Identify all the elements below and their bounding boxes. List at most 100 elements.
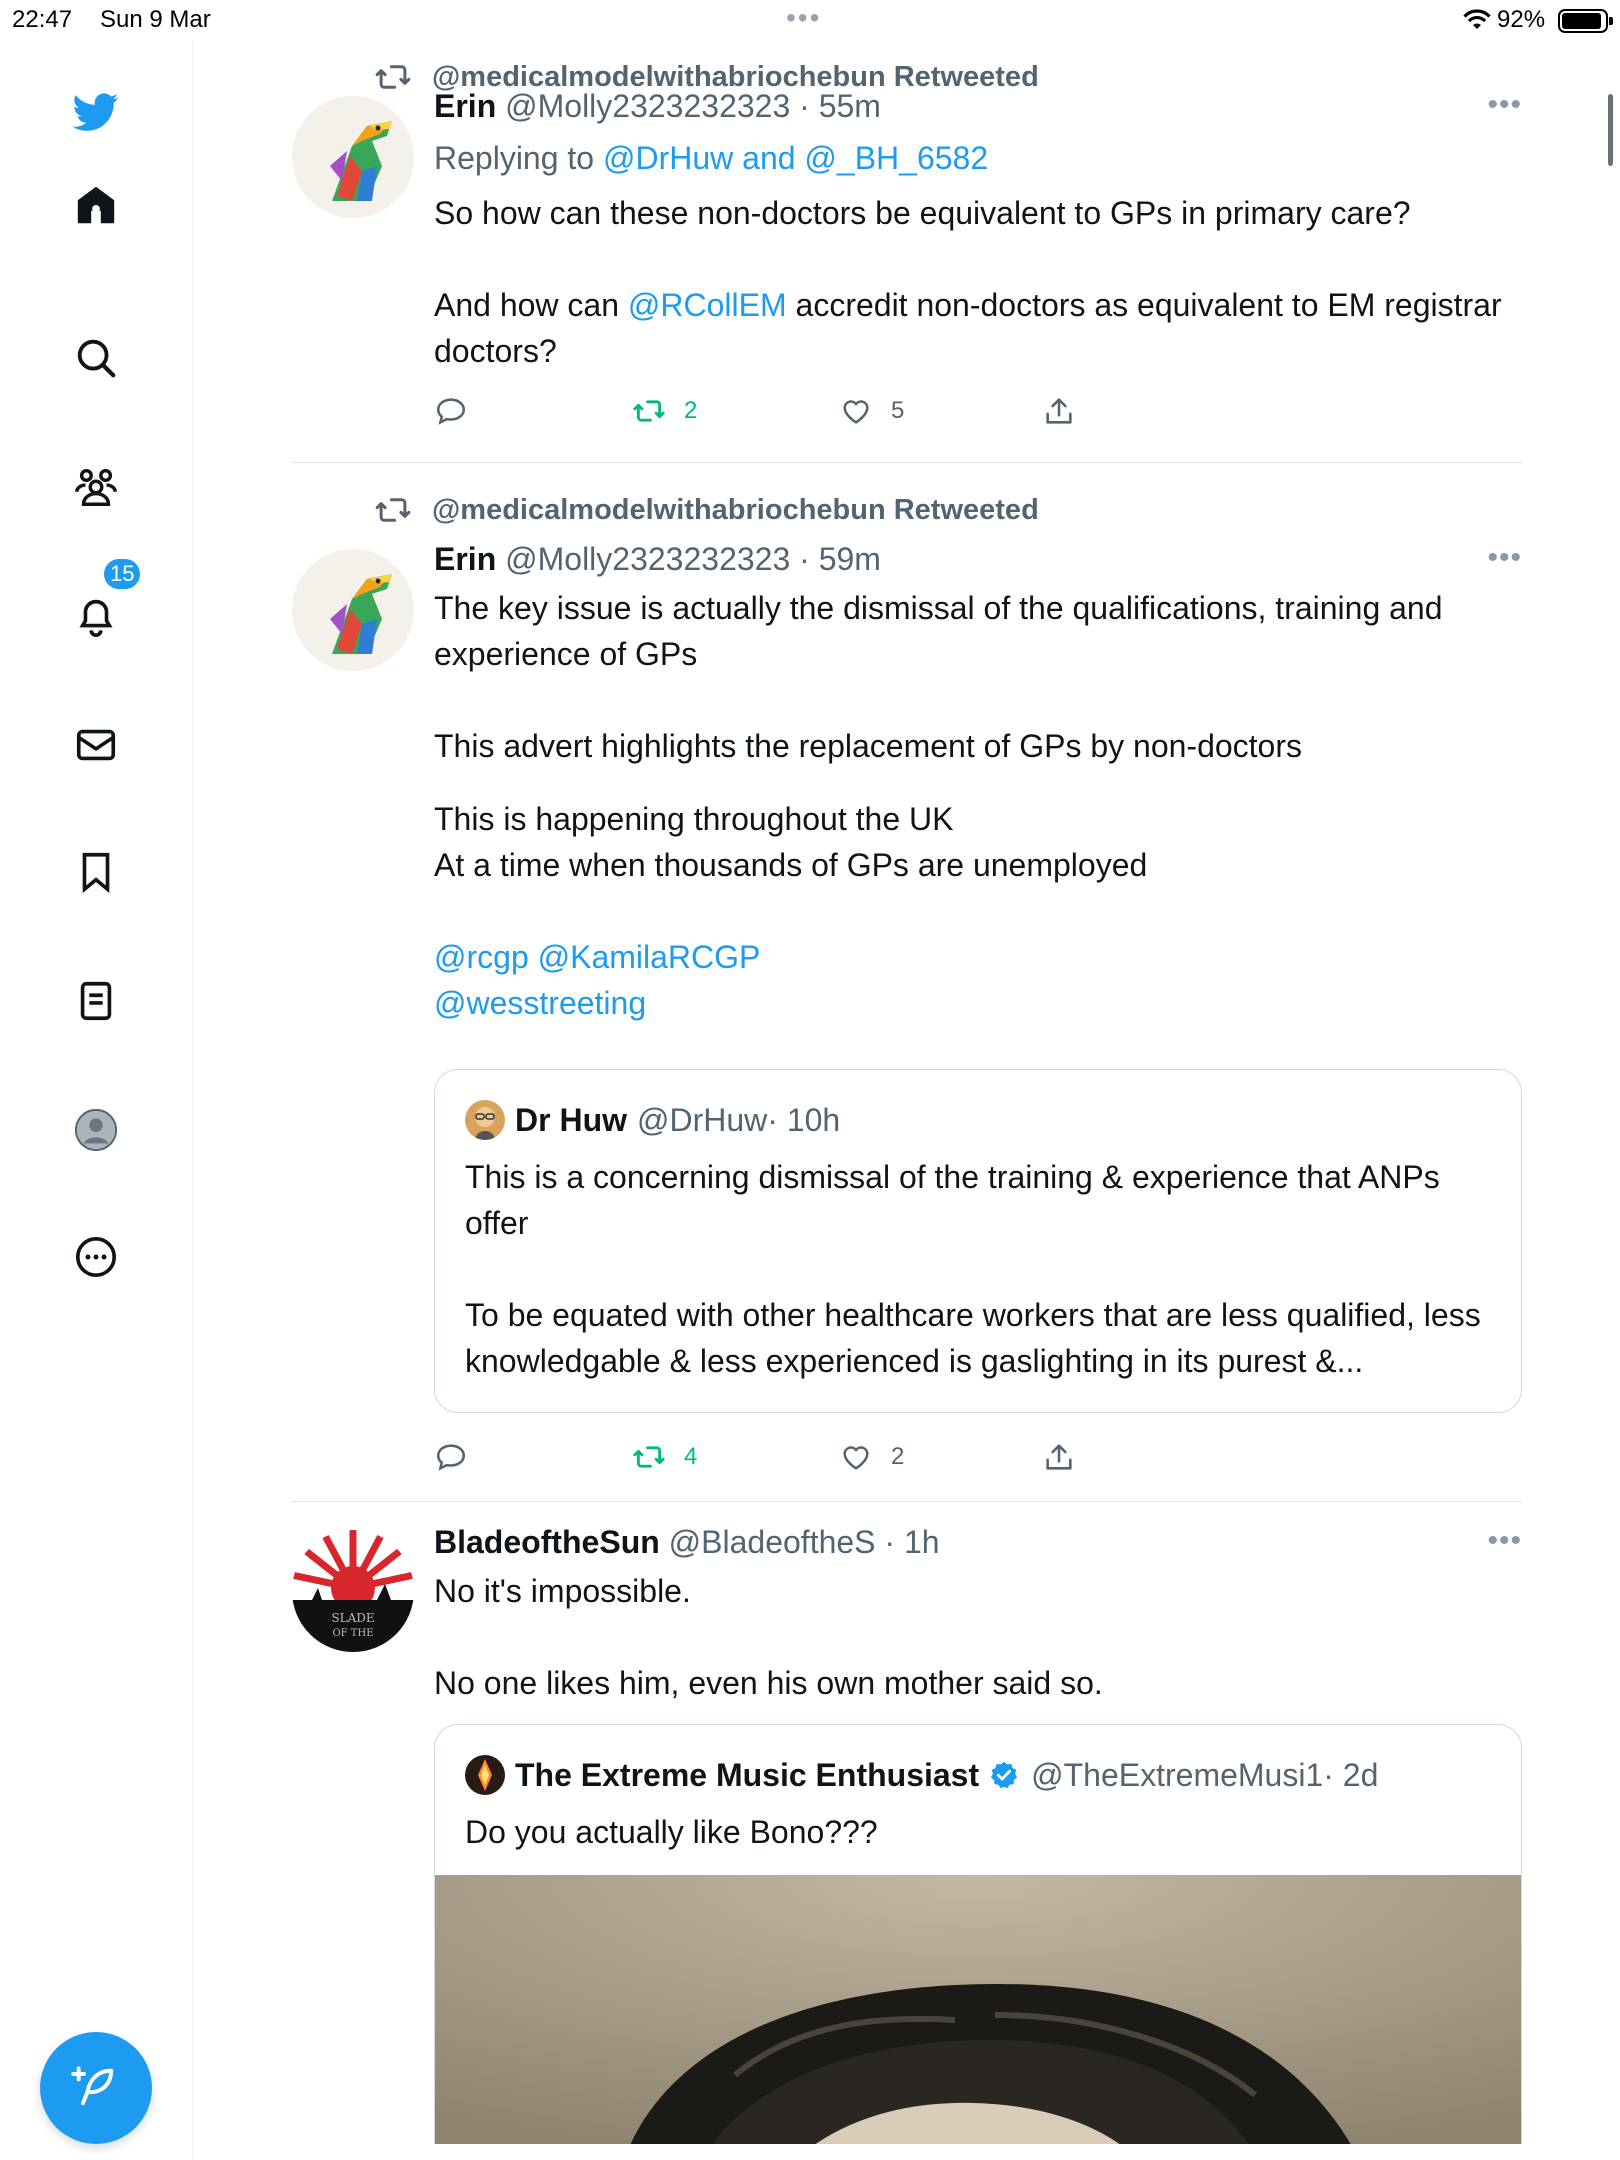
tweet-time[interactable]: · 55m	[799, 88, 881, 124]
tweet-header: Erin @Molly2323232323 · 59m	[434, 539, 1522, 579]
tweet-time[interactable]: · 59m	[799, 541, 881, 577]
tweet-paragraph: No it's impossible.	[434, 1573, 691, 1609]
twitter-logo-icon[interactable]	[68, 84, 124, 140]
tweet-paragraph: No one likes him, even his own mother sa…	[434, 1665, 1103, 1701]
tweet-more-icon[interactable]: •••	[1487, 88, 1522, 122]
retweet-button[interactable]: 4	[632, 1440, 697, 1474]
tweet-paragraph: And how can @RCollEM accredit non-doctor…	[434, 287, 1502, 369]
compose-tweet-button[interactable]	[40, 2032, 152, 2144]
retweet-button[interactable]: 2	[632, 394, 697, 428]
like-count: 5	[891, 397, 905, 424]
share-button[interactable]	[1042, 1440, 1094, 1474]
timeline-feed: @medicalmodelwithabriochebun Retweeted E…	[292, 40, 1522, 2144]
verified-badge-icon	[991, 1761, 1018, 1789]
scroll-indicator[interactable]	[1608, 94, 1613, 166]
quoted-tweet-header: The Extreme Music Enthusiast @TheExtreme…	[465, 1755, 1378, 1795]
mentions-link[interactable]: @wesstreeting	[434, 980, 1522, 1026]
tweet-content: Erin @Molly2323232323 · 55m Replying to …	[434, 86, 1522, 374]
lists-icon[interactable]	[68, 973, 124, 1029]
retweet-context: @medicalmodelwithabriochebun Retweeted	[374, 491, 1039, 529]
bookmarks-icon[interactable]	[68, 844, 124, 900]
avatar-lettering: SLADE	[331, 1611, 374, 1625]
more-options-icon[interactable]	[68, 1229, 124, 1285]
tweet-1[interactable]: @medicalmodelwithabriochebun Retweeted E…	[292, 40, 1522, 463]
retweeted-by-label: @medicalmodelwithabriochebun Retweeted	[432, 493, 1039, 526]
quoted-author-avatar	[465, 1100, 505, 1140]
replying-mentions-link[interactable]: @DrHuw and @_BH_6582	[603, 140, 988, 176]
quoted-tweet-header: Dr Huw @DrHuw · 10h	[465, 1100, 840, 1140]
status-date: Sun 9 Mar	[100, 6, 211, 33]
tweet-3[interactable]: SLADE OF THE BladeoftheSun @BladeoftheS …	[292, 1502, 1522, 2144]
search-icon[interactable]	[68, 330, 124, 386]
quoted-author-avatar	[465, 1755, 505, 1795]
author-handle[interactable]: @Molly2323232323	[505, 88, 790, 124]
tweet-time[interactable]: · 1h	[884, 1524, 939, 1560]
tweet-paragraph: Do you actually like Bono???	[465, 1814, 878, 1850]
replying-to-line: Replying to @DrHuw and @_BH_6582	[434, 138, 1522, 178]
reply-button[interactable]	[434, 1440, 486, 1474]
home-icon[interactable]	[68, 177, 124, 233]
battery-percentage: 92%	[1497, 6, 1546, 33]
retweet-icon	[633, 1446, 665, 1468]
mentions-link[interactable]: @rcgp @KamilaRCGP	[434, 934, 1522, 980]
tweet-paragraph: At a time when thousands of GPs are unem…	[434, 847, 1148, 883]
tweet-paragraph: To be equated with other healthcare work…	[465, 1297, 1481, 1379]
quoted-tweet-text: This is a concerning dismissal of the tr…	[465, 1154, 1495, 1384]
quoted-tweet-photo[interactable]	[435, 1875, 1521, 2144]
quoted-tweet-time: · 10h	[767, 1102, 841, 1138]
quoted-author-handle: @TheExtremeMusi1	[1031, 1757, 1324, 1793]
like-button[interactable]: 5	[839, 394, 904, 428]
quoted-author-name: Dr Huw	[515, 1102, 627, 1138]
quoted-tweet-text: Do you actually like Bono???	[465, 1809, 1495, 1855]
notifications-icon[interactable]	[68, 588, 124, 644]
avatar[interactable]	[292, 96, 414, 218]
quoted-tweet[interactable]: Dr Huw @DrHuw · 10h This is a concerning…	[434, 1069, 1522, 1413]
retweet-count: 4	[684, 1443, 698, 1470]
retweet-icon	[375, 498, 411, 522]
multitasking-dots-icon[interactable]: •••	[786, 2, 821, 34]
tweet-content: BladeoftheSun @BladeoftheS · 1h No it's …	[434, 1522, 1522, 1706]
tweet-paragraph: This advert highlights the replacement o…	[434, 728, 1302, 764]
svg-text:OF THE: OF THE	[332, 1628, 373, 1639]
retweet-icon	[375, 65, 411, 89]
tweet-actions: 2 5	[434, 394, 1072, 434]
status-bar: 22:47 Sun 9 Mar ••• 92%	[0, 0, 1620, 40]
sidebar-nav: 15	[0, 40, 193, 2160]
tweet-content: Erin @Molly2323232323 · 59m The key issu…	[434, 539, 1522, 1026]
profile-avatar-icon[interactable]	[68, 1102, 124, 1158]
compose-feather-icon	[71, 2066, 114, 2106]
status-time: 22:47	[12, 6, 73, 33]
reply-button[interactable]	[434, 394, 486, 428]
author-name[interactable]: Erin	[434, 541, 496, 577]
tweet-more-icon[interactable]: •••	[1487, 1524, 1522, 1558]
tweet-more-icon[interactable]: •••	[1487, 541, 1522, 575]
author-name[interactable]: BladeoftheSun	[434, 1524, 660, 1560]
tweet-2[interactable]: @medicalmodelwithabriochebun Retweeted E…	[292, 463, 1522, 1502]
author-handle[interactable]: @Molly2323232323	[505, 541, 790, 577]
author-name[interactable]: Erin	[434, 88, 496, 124]
mention-link[interactable]: @RCollEM	[628, 287, 787, 323]
messages-icon[interactable]	[68, 717, 124, 773]
battery-icon	[1558, 9, 1613, 33]
tweet-paragraph: So how can these non-doctors be equivale…	[434, 195, 1411, 231]
communities-icon[interactable]	[68, 459, 124, 515]
tweet-paragraph: The key issue is actually the dismissal …	[434, 590, 1443, 672]
avatar[interactable]: SLADE OF THE	[292, 1530, 414, 1652]
like-button[interactable]: 2	[839, 1440, 904, 1474]
reply-icon	[436, 1444, 466, 1471]
eagle-avatar-image	[292, 549, 414, 671]
share-button[interactable]	[1042, 394, 1094, 428]
battery-fill	[1562, 13, 1601, 29]
author-handle[interactable]: @BladeoftheS	[669, 1524, 876, 1560]
retweet-count: 2	[684, 397, 698, 424]
tweet-paragraph: This is a concerning dismissal of the tr…	[465, 1159, 1440, 1241]
notifications-badge: 15	[102, 557, 143, 591]
tweet-paragraph: This is happening throughout the UK	[434, 801, 954, 837]
avatar[interactable]	[292, 549, 414, 671]
reply-icon	[436, 398, 466, 425]
tweet-text: The key issue is actually the dismissal …	[434, 585, 1522, 1026]
retweet-icon	[633, 400, 665, 422]
replying-label: Replying to	[434, 140, 595, 176]
wifi-icon	[1463, 9, 1491, 29]
quoted-tweet[interactable]: The Extreme Music Enthusiast @TheExtreme…	[434, 1724, 1522, 2144]
